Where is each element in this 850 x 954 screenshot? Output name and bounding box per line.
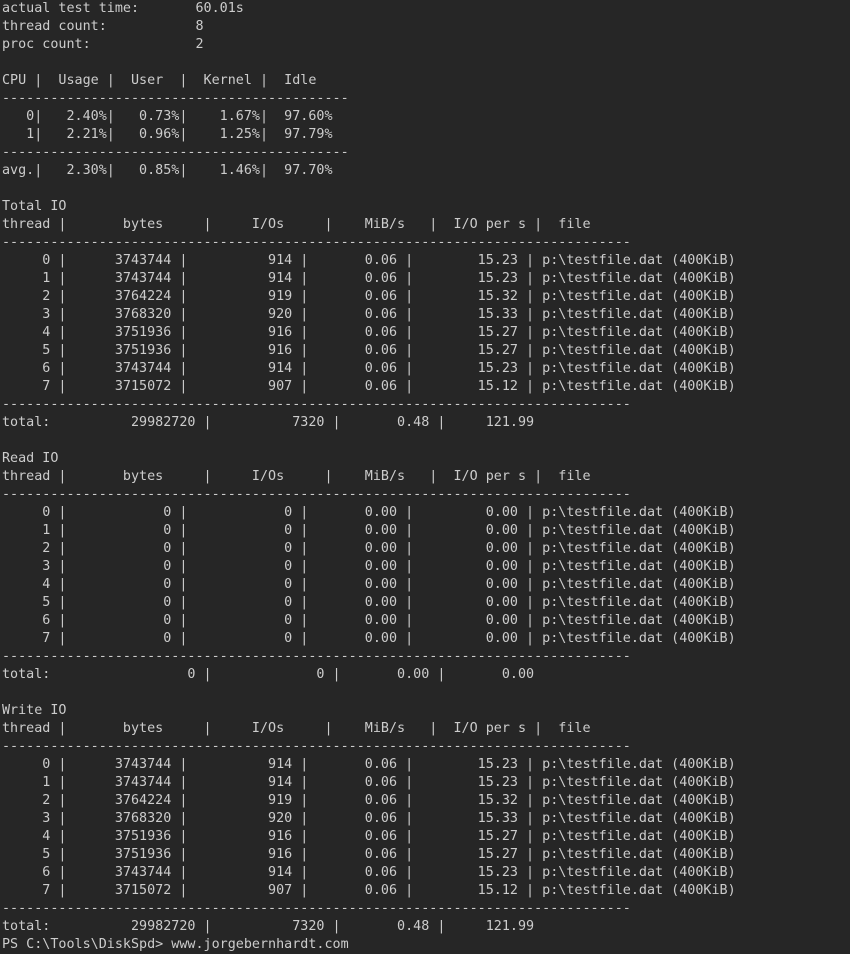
io-total-row: total: 29982720 | 7320 | 0.48 | 121.99 [2, 415, 535, 430]
separator-line: ----------------------------------------… [2, 649, 631, 664]
io-table-row: 6 | 3743744 | 914 | 0.06 | 15.23 | p:\te… [2, 865, 736, 880]
io-table-row: 4 | 0 | 0 | 0.00 | 0.00 | p:\testfile.da… [2, 577, 736, 592]
io-table-row: 4 | 3751936 | 916 | 0.06 | 15.27 | p:\te… [2, 829, 736, 844]
io-table-row: 1 | 0 | 0 | 0.00 | 0.00 | p:\testfile.da… [2, 523, 736, 538]
terminal-output: actual test time: 60.01s thread count: 8 p… [0, 0, 850, 954]
io-section-title: Total IO [2, 199, 67, 214]
io-table-row: 1 | 3743744 | 914 | 0.06 | 15.23 | p:\te… [2, 775, 736, 790]
separator-line: ----------------------------------------… [2, 487, 631, 502]
summary-line: actual test time: 60.01s [2, 1, 244, 16]
io-table-row: 5 | 0 | 0 | 0.00 | 0.00 | p:\testfile.da… [2, 595, 736, 610]
io-table-row: 2 | 0 | 0 | 0.00 | 0.00 | p:\testfile.da… [2, 541, 736, 556]
io-table-row: 0 | 0 | 0 | 0.00 | 0.00 | p:\testfile.da… [2, 505, 736, 520]
io-table-row: 6 | 3743744 | 914 | 0.06 | 15.23 | p:\te… [2, 361, 736, 376]
separator-line: ----------------------------------------… [2, 901, 631, 916]
io-table-row: 3 | 0 | 0 | 0.00 | 0.00 | p:\testfile.da… [2, 559, 736, 574]
io-table-row: 0 | 3743744 | 914 | 0.06 | 15.23 | p:\te… [2, 757, 736, 772]
io-total-row: total: 0 | 0 | 0.00 | 0.00 [2, 667, 535, 682]
summary-line: thread count: 8 [2, 19, 204, 34]
io-table-row: 1 | 3743744 | 914 | 0.06 | 15.23 | p:\te… [2, 271, 736, 286]
separator-line: ----------------------------------------… [2, 739, 631, 754]
cpu-table-avg-row: avg.| 2.30%| 0.85%| 1.46%| 97.70% [2, 163, 333, 178]
separator-line: ----------------------------------------… [2, 145, 349, 160]
prompt-line[interactable]: PS C:\Tools\DiskSpd> www.jorgebernhardt.… [2, 936, 850, 954]
io-table-row: 5 | 3751936 | 916 | 0.06 | 15.27 | p:\te… [2, 343, 736, 358]
separator-line: ----------------------------------------… [2, 397, 631, 412]
io-table-row: 3 | 3768320 | 920 | 0.06 | 15.33 | p:\te… [2, 307, 736, 322]
io-table-row: 7 | 3715072 | 907 | 0.06 | 15.12 | p:\te… [2, 883, 736, 898]
terminal-window: actual test time: 60.01s thread count: 8 p… [0, 0, 850, 954]
io-section-title: Read IO [2, 451, 59, 466]
io-table-row: 2 | 3764224 | 919 | 0.06 | 15.32 | p:\te… [2, 289, 736, 304]
io-table-row: 4 | 3751936 | 916 | 0.06 | 15.27 | p:\te… [2, 325, 736, 340]
io-table-row: 0 | 3743744 | 914 | 0.06 | 15.23 | p:\te… [2, 253, 736, 268]
io-total-row: total: 29982720 | 7320 | 0.48 | 121.99 [2, 919, 535, 934]
terminal-scrollback: actual test time: 60.01s thread count: 8 p… [2, 0, 850, 936]
separator-line: ----------------------------------------… [2, 235, 631, 250]
io-table-header: thread | bytes | I/Os | MiB/s | I/O per … [2, 469, 591, 484]
io-table-row: 7 | 3715072 | 907 | 0.06 | 15.12 | p:\te… [2, 379, 736, 394]
io-table-header: thread | bytes | I/Os | MiB/s | I/O per … [2, 217, 591, 232]
cpu-table-row: 1| 2.21%| 0.96%| 1.25%| 97.79% [2, 127, 333, 142]
separator-line: ----------------------------------------… [2, 91, 349, 106]
cpu-table-header: CPU | Usage | User | Kernel | Idle [2, 73, 317, 88]
cpu-table-row: 0| 2.40%| 0.73%| 1.67%| 97.60% [2, 109, 333, 124]
io-table-row: 7 | 0 | 0 | 0.00 | 0.00 | p:\testfile.da… [2, 631, 736, 646]
io-table-row: 5 | 3751936 | 916 | 0.06 | 15.27 | p:\te… [2, 847, 736, 862]
io-table-row: 3 | 3768320 | 920 | 0.06 | 15.33 | p:\te… [2, 811, 736, 826]
io-section-title: Write IO [2, 703, 67, 718]
io-table-header: thread | bytes | I/Os | MiB/s | I/O per … [2, 721, 591, 736]
io-table-row: 2 | 3764224 | 919 | 0.06 | 15.32 | p:\te… [2, 793, 736, 808]
io-table-row: 6 | 0 | 0 | 0.00 | 0.00 | p:\testfile.da… [2, 613, 736, 628]
summary-line: proc count: 2 [2, 37, 204, 52]
